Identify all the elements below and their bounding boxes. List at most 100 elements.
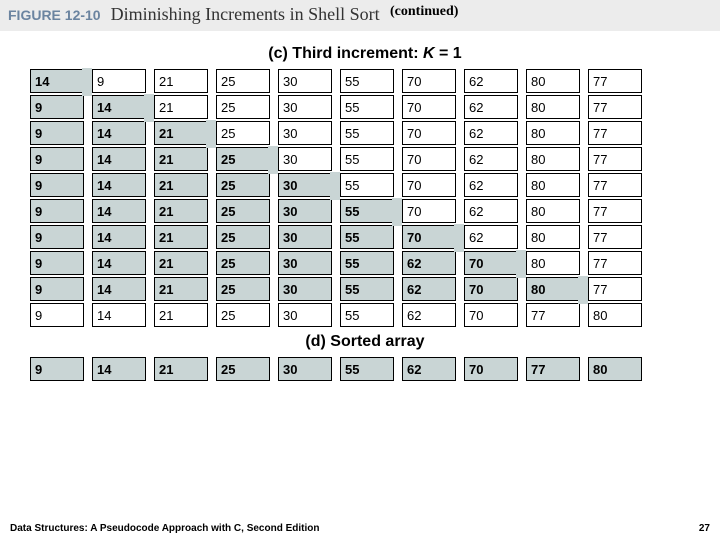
array-cell: 62 [464,147,518,171]
array-cell: 70 [402,173,456,197]
array-cell: 14 [92,199,146,223]
array-cell: 70 [402,147,456,171]
pass-row: 9142125305562708077 [30,277,700,301]
array-cell: 30 [278,225,332,249]
section-c-eq: = 1 [435,45,462,62]
array-cell: 9 [30,173,84,197]
array-cell: 77 [588,69,642,93]
array-cell: 77 [588,121,642,145]
array-cell: 9 [30,147,84,171]
sorted-cell: 21 [154,357,208,381]
section-d-title: (d) Sorted array [30,333,700,351]
figure-label: FIGURE 12-10 [8,7,101,23]
array-cell: 70 [402,69,456,93]
array-cell: 62 [464,69,518,93]
wall-marker [144,94,154,122]
array-cell: 21 [154,95,208,119]
array-cell: 30 [278,199,332,223]
array-cell: 25 [216,251,270,275]
page-footer: Data Structures: A Pseudocode Approach w… [10,523,710,534]
page-number: 27 [699,523,710,534]
section-d: (d) Sorted array 9142125305562707780 [30,333,700,381]
array-cell: 30 [278,251,332,275]
array-cell: 55 [340,95,394,119]
array-cell: 30 [278,173,332,197]
array-cell: 62 [464,199,518,223]
sorted-cell: 25 [216,357,270,381]
array-cell: 77 [588,95,642,119]
sorted-array-row: 9142125305562707780 [30,357,700,381]
array-cell: 25 [216,225,270,249]
pass-row: 9142125305570628077 [30,199,700,223]
array-cell: 14 [92,225,146,249]
pass-row: 9142125305570628077 [30,95,700,119]
sorted-cell: 9 [30,357,84,381]
array-cell: 25 [216,95,270,119]
array-cell: 14 [92,251,146,275]
array-cell: 21 [154,225,208,249]
array-cell: 77 [588,173,642,197]
wall-marker [330,172,340,200]
array-cell: 30 [278,121,332,145]
array-cell: 25 [216,199,270,223]
array-cell: 80 [526,95,580,119]
pass-row: 9142125305570628077 [30,121,700,145]
array-cell: 62 [464,173,518,197]
array-cell: 70 [464,277,518,301]
array-cell: 62 [464,225,518,249]
array-cell: 80 [526,199,580,223]
array-cell: 25 [216,121,270,145]
section-c-prefix: (c) Third increment: [268,45,423,62]
array-cell: 55 [340,303,394,327]
array-cell: 77 [588,147,642,171]
array-cell: 21 [154,303,208,327]
array-cell: 21 [154,69,208,93]
array-cell: 62 [402,303,456,327]
pass-row: 9 14 21 25 30 55 70 62 80 77 [30,173,700,197]
array-cell: 77 [526,303,580,327]
array-cell: 77 [588,277,642,301]
array-cell: 80 [526,225,580,249]
array-cell: 9 [30,95,84,119]
wall-marker [82,68,92,96]
array-cell: 14 [92,277,146,301]
array-cell: 62 [464,121,518,145]
array-cell: 77 [588,251,642,275]
array-cell: 55 [340,69,394,93]
array-cell: 55 [340,277,394,301]
array-cell: 80 [526,173,580,197]
figure-header: FIGURE 12-10 Diminishing Increments in S… [0,0,720,31]
array-cell: 21 [154,277,208,301]
array-cell: 30 [278,95,332,119]
array-cell: 9 [30,121,84,145]
sorted-cell: 80 [588,357,642,381]
array-cell: 55 [340,173,394,197]
array-cell: 30 [278,277,332,301]
figure-title: Diminishing Increments in Shell Sort [111,4,380,25]
array-cell: 70 [464,303,518,327]
array-cell: 55 [340,199,394,223]
array-cell: 9 [30,199,84,223]
wall-marker [454,224,464,252]
array-cell: 14 [92,303,146,327]
array-cell: 25 [216,277,270,301]
wall-marker [268,146,278,174]
array-cell: 25 [216,173,270,197]
array-cell: 55 [340,225,394,249]
array-cell: 80 [526,147,580,171]
pass-row: 9142125305562708077 [30,251,700,275]
array-cell: 14 [92,147,146,171]
wall-marker [392,198,402,226]
array-cell: 21 [154,173,208,197]
array-cell: 62 [402,277,456,301]
array-cell: 9 [30,303,84,327]
section-c-title: (c) Third increment: K = 1 [30,45,700,63]
array-cell: 62 [464,95,518,119]
array-cell: 14 [92,173,146,197]
array-cell: 70 [402,95,456,119]
array-cell: 55 [340,147,394,171]
array-cell: 55 [340,251,394,275]
array-cell: 70 [402,121,456,145]
wall-marker [516,250,526,278]
pass-row: 9142125305562707780 [30,303,700,327]
